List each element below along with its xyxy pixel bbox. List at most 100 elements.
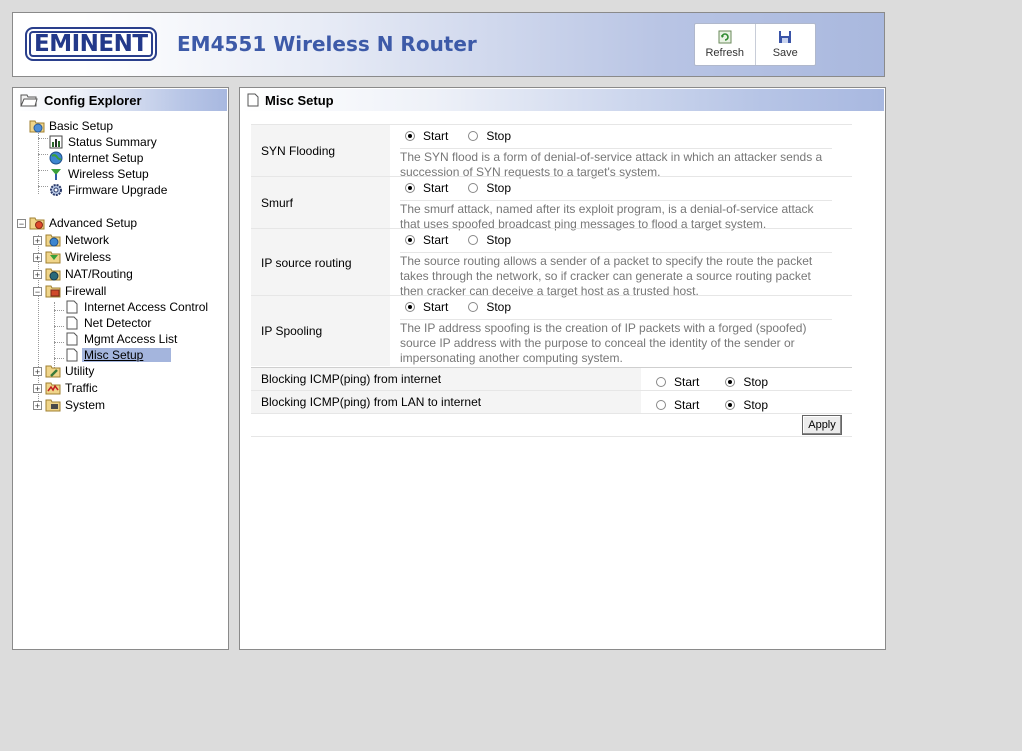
tree-node-traffic[interactable]: Traffic [45, 380, 100, 396]
expand-toggle[interactable]: + [33, 270, 42, 280]
expand-toggle[interactable]: + [33, 367, 42, 377]
tree-node-utility[interactable]: Utility [45, 363, 96, 379]
save-button[interactable]: Save [756, 24, 816, 65]
tree-node-firewall[interactable]: Firewall [45, 283, 108, 299]
stop-radio[interactable]: Stop [725, 398, 768, 412]
tree-node-misc-setup[interactable]: Misc Setup [64, 347, 172, 363]
antenna-icon [48, 166, 64, 182]
tree-label: Mgmt Access List [84, 332, 178, 346]
radio-label: Start [423, 233, 449, 247]
radio-empty-icon [656, 377, 666, 387]
start-radio[interactable]: Start [405, 129, 448, 143]
radio-selected-icon [405, 131, 415, 141]
expand-toggle[interactable]: + [33, 236, 42, 246]
expand-toggle[interactable]: + [33, 253, 42, 263]
tree-label: NAT/Routing [65, 267, 133, 281]
toolbar: Refresh Save [694, 23, 816, 66]
stop-radio[interactable]: Stop [725, 375, 768, 389]
tree-line [54, 358, 64, 359]
tree-line [54, 326, 64, 327]
refresh-icon [718, 30, 732, 44]
start-radio[interactable]: Start [405, 181, 448, 195]
traffic-icon [45, 380, 61, 396]
setting-value: Start Stop The smurf attack, named after… [390, 177, 852, 231]
refresh-label: Refresh [705, 47, 745, 59]
setting-label: IP Spooling [251, 296, 390, 366]
radio-selected-icon [725, 377, 736, 387]
tree-node-network[interactable]: Network [45, 232, 111, 248]
brand-name: EMINENT [34, 31, 148, 57]
tree-node-nat-routing[interactable]: NAT/Routing [45, 266, 135, 282]
tree-node-basic-setup[interactable]: Basic Setup [29, 118, 115, 134]
tree-node-firmware-upgrade[interactable]: Firmware Upgrade [48, 182, 169, 198]
radio-group: Start Stop [656, 398, 788, 412]
stop-radio[interactable]: Stop [468, 129, 511, 143]
radio-group: Start Stop [656, 375, 788, 389]
folder-open-icon [20, 93, 38, 107]
tree-node-mgmt-access-list[interactable]: Mgmt Access List [64, 331, 179, 347]
radio-empty-icon [468, 235, 479, 245]
radio-label: Start [674, 398, 700, 412]
expand-toggle[interactable]: + [33, 384, 42, 394]
start-radio[interactable]: Start [405, 233, 448, 247]
expand-toggle[interactable]: + [33, 401, 42, 411]
setting-value: Start Stop [641, 368, 852, 390]
tree-node-net-detector[interactable]: Net Detector [64, 315, 153, 331]
start-radio[interactable]: Start [405, 300, 448, 314]
radio-label: Stop [486, 300, 512, 314]
config-explorer-panel: Config Explorer Basic Setup Status Summa… [12, 87, 229, 650]
tree-node-advanced-setup[interactable]: Advanced Setup [29, 215, 139, 231]
tree-label: System [65, 398, 106, 412]
refresh-button[interactable]: Refresh [695, 24, 756, 65]
tree-node-internet-access-control[interactable]: Internet Access Control [64, 299, 210, 315]
radio-label: Stop [486, 233, 512, 247]
stop-radio[interactable]: Stop [468, 300, 511, 314]
tree-label: Wireless [65, 250, 112, 264]
start-radio[interactable]: Start [656, 375, 699, 389]
setting-row-icmp-internet: Blocking ICMP(ping) from internet Start … [251, 367, 852, 390]
page-icon [64, 331, 80, 347]
tree-label: Internet Access Control [84, 300, 209, 314]
tree-node-wireless[interactable]: Wireless [45, 249, 113, 265]
tree-label: Network [65, 233, 110, 247]
radio-label: Stop [743, 375, 769, 389]
tree-node-internet-setup[interactable]: Internet Setup [48, 150, 145, 166]
stop-radio[interactable]: Stop [468, 181, 511, 195]
tree-label: Wireless Setup [68, 167, 149, 181]
setting-row-ip-spooling: IP Spooling Start Stop The IP address sp… [251, 295, 852, 366]
page-icon [64, 299, 80, 315]
tree-line [38, 154, 48, 155]
product-title: EM4551 Wireless N Router [177, 32, 477, 56]
tree-label: Firmware Upgrade [68, 183, 168, 197]
tree-node-status-summary[interactable]: Status Summary [48, 134, 159, 150]
setting-row-icmp-lan: Blocking ICMP(ping) from LAN to internet… [251, 390, 852, 413]
config-explorer-title: Config Explorer [44, 92, 142, 108]
setting-label: Blocking ICMP(ping) from LAN to internet [251, 391, 641, 413]
setting-row-syn-flooding: SYN Flooding Start Stop The SYN flood is… [251, 124, 852, 179]
network-icon [45, 232, 61, 248]
tree-label: Traffic [65, 381, 98, 395]
radio-label: Start [423, 300, 449, 314]
utility-icon [45, 363, 61, 379]
setting-label: IP source routing [251, 229, 390, 296]
radio-group: Start Stop [405, 233, 531, 247]
setting-label: Blocking ICMP(ping) from internet [251, 368, 641, 390]
start-radio[interactable]: Start [656, 398, 699, 412]
save-label: Save [772, 47, 798, 59]
collapse-toggle[interactable]: − [17, 219, 26, 229]
floppy-icon [778, 30, 792, 44]
tree-label: Misc Setup [82, 348, 172, 362]
router-icon [45, 266, 61, 282]
setting-row-ip-source-routing: IP source routing Start Stop The source … [251, 228, 852, 298]
collapse-toggle[interactable]: − [33, 287, 42, 297]
gear-icon [48, 182, 64, 198]
setting-value: Start Stop The source routing allows a s… [390, 229, 852, 298]
stop-radio[interactable]: Stop [468, 233, 511, 247]
radio-group: Start Stop [405, 129, 531, 143]
tree-node-system[interactable]: System [45, 397, 107, 413]
network-folder-icon [29, 118, 45, 134]
radio-group: Start Stop [405, 181, 531, 195]
tree-node-wireless-setup[interactable]: Wireless Setup [48, 166, 151, 182]
apply-button[interactable]: Apply [802, 415, 842, 435]
page-icon [247, 93, 259, 107]
